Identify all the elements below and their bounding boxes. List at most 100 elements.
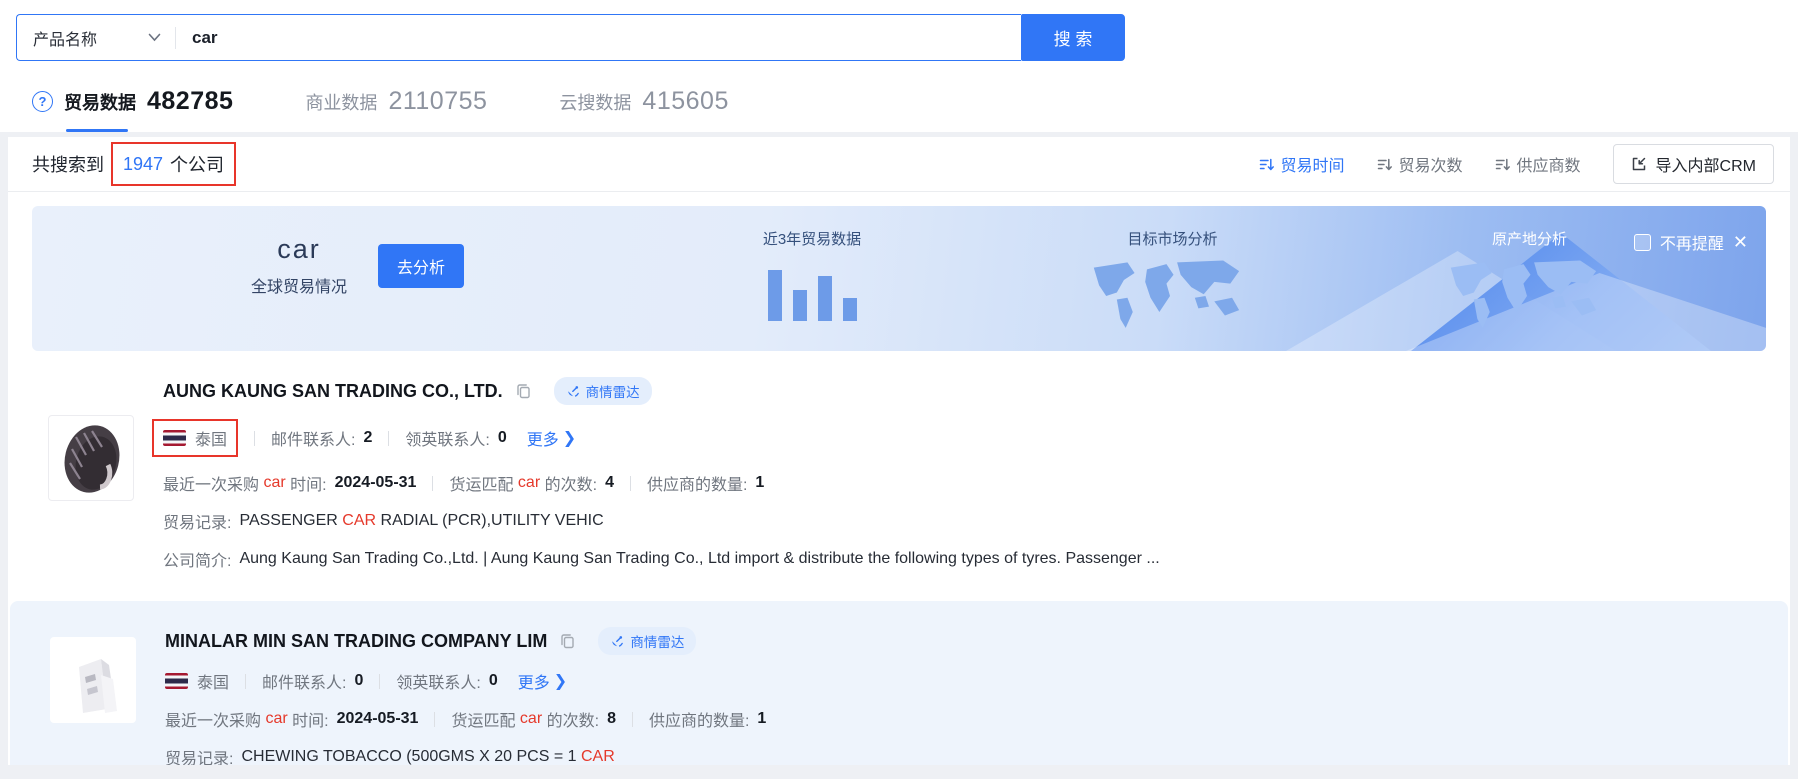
business-radar-badge[interactable]: 商情雷达 bbox=[598, 627, 696, 655]
chevron-right-icon: ❯ bbox=[554, 671, 567, 691]
divider bbox=[432, 476, 433, 491]
keyword-highlight: car bbox=[520, 710, 542, 728]
divider bbox=[434, 712, 435, 727]
record-after: RADIAL (PCR),UTILITY VEHIC bbox=[376, 512, 604, 529]
dismiss-checkbox[interactable] bbox=[1634, 234, 1651, 251]
more-link[interactable]: 更多 ❯ bbox=[527, 426, 576, 450]
keyword-highlight: car bbox=[265, 710, 287, 728]
sort-label: 贸易次数 bbox=[1399, 152, 1463, 176]
keyword-highlight: car bbox=[518, 474, 540, 492]
tab-count: 415605 bbox=[642, 87, 728, 116]
more-label: 更多 bbox=[518, 669, 550, 693]
tab-trade-data[interactable]: 贸易数据 482785 bbox=[64, 87, 233, 116]
sort-trade-count[interactable]: 贸易次数 bbox=[1377, 152, 1463, 176]
more-label: 更多 bbox=[527, 426, 559, 450]
feature-label: 原产地分析 bbox=[1437, 228, 1622, 249]
import-icon bbox=[1631, 156, 1647, 172]
sort-controls: 贸易时间 贸易次数 供应商数 导入内部CRM bbox=[1259, 144, 1775, 184]
freight-suffix: 的次数: bbox=[547, 707, 599, 731]
search-row: 产品名称 搜 索 bbox=[16, 14, 1798, 61]
sort-icon bbox=[1377, 157, 1392, 172]
record-before: PASSENGER bbox=[239, 512, 342, 529]
purchase-prefix: 最近一次采购 bbox=[165, 707, 261, 731]
badge-label: 商情雷达 bbox=[586, 381, 640, 401]
trade-record-label: 贸易记录: bbox=[165, 745, 233, 765]
email-contacts-label: 邮件联系人: bbox=[271, 426, 355, 450]
thailand-flag-icon bbox=[165, 673, 188, 689]
tire-image bbox=[56, 421, 126, 495]
import-crm-label: 导入内部CRM bbox=[1656, 152, 1756, 176]
record-before: CHEWING TOBACCO (500GMS X 20 PCS = 1 bbox=[241, 748, 581, 765]
search-button[interactable]: 搜 索 bbox=[1021, 14, 1125, 61]
results-header: 共搜索到 1947 个公司 贸易时间 贸易次数 bbox=[8, 137, 1790, 191]
tab-cloud-data[interactable]: 云搜数据 415605 bbox=[559, 87, 728, 116]
freight-count: 4 bbox=[605, 474, 614, 492]
banner-subtitle: 全球贸易情况 bbox=[244, 273, 354, 297]
search-input[interactable] bbox=[176, 28, 1021, 48]
help-icon[interactable]: ? bbox=[32, 91, 53, 112]
sort-label: 供应商数 bbox=[1517, 152, 1581, 176]
keyword-highlight: CAR bbox=[342, 512, 376, 529]
banner-feature-target-market: 目标市场分析 bbox=[1080, 228, 1265, 335]
tab-count: 482785 bbox=[147, 87, 233, 116]
email-contacts-label: 邮件联系人: bbox=[262, 669, 346, 693]
divider bbox=[245, 674, 246, 689]
supplier-count: 1 bbox=[755, 474, 764, 492]
thailand-flag-icon bbox=[163, 430, 186, 446]
purchase-date: 2024-05-31 bbox=[335, 474, 417, 492]
results-prefix: 共搜索到 bbox=[32, 151, 104, 177]
more-link[interactable]: 更多 ❯ bbox=[518, 669, 567, 693]
results-count: 1947 bbox=[123, 154, 163, 175]
banner-feature-trade-chart: 近3年贸易数据 bbox=[722, 228, 902, 321]
world-map-icon bbox=[1080, 257, 1260, 335]
chevron-right-icon: ❯ bbox=[563, 428, 576, 448]
linkedin-contacts-count: 0 bbox=[489, 672, 498, 690]
tab-label: 商业数据 bbox=[305, 89, 377, 115]
annotation-box-count: 1947 个公司 bbox=[111, 142, 236, 186]
purchase-prefix: 最近一次采购 bbox=[163, 471, 259, 495]
purchase-suffix: 时间: bbox=[290, 471, 326, 495]
freight-suffix: 的次数: bbox=[545, 471, 597, 495]
email-contacts-count: 0 bbox=[354, 672, 363, 690]
close-icon[interactable]: ✕ bbox=[1733, 233, 1748, 251]
divider bbox=[388, 431, 389, 446]
company-list-item: AUNG KAUNG SAN TRADING CO., LTD. 商情雷达 泰国… bbox=[8, 351, 1790, 587]
company-thumbnail[interactable] bbox=[50, 637, 136, 723]
trade-record-text: CHEWING TOBACCO (500GMS X 20 PCS = 1 CAR bbox=[241, 748, 614, 765]
analyze-button[interactable]: 去分析 bbox=[378, 244, 464, 288]
linkedin-contacts-label: 领英联系人: bbox=[405, 426, 489, 450]
sort-trade-time[interactable]: 贸易时间 bbox=[1259, 152, 1345, 176]
search-box: 产品名称 bbox=[16, 14, 1021, 61]
trade-record-label: 贸易记录: bbox=[163, 509, 231, 533]
results-summary: 共搜索到 1947 个公司 bbox=[32, 142, 236, 186]
company-thumbnail[interactable] bbox=[48, 415, 134, 501]
results-suffix: 个公司 bbox=[170, 151, 224, 177]
linkedin-contacts-count: 0 bbox=[498, 429, 507, 447]
sort-supplier-count[interactable]: 供应商数 bbox=[1495, 152, 1581, 176]
purchase-date: 2024-05-31 bbox=[337, 710, 419, 728]
banner-keyword: car bbox=[244, 234, 354, 265]
tab-count: 2110755 bbox=[388, 87, 487, 116]
business-radar-badge[interactable]: 商情雷达 bbox=[554, 377, 652, 405]
email-contacts-count: 2 bbox=[363, 429, 372, 447]
copy-icon[interactable] bbox=[515, 383, 532, 400]
company-name[interactable]: MINALAR MIN SAN TRADING COMPANY LIM bbox=[165, 631, 547, 652]
badge-label: 商情雷达 bbox=[630, 631, 684, 651]
world-map-icon bbox=[1437, 257, 1617, 335]
radar-icon bbox=[566, 384, 580, 398]
company-name[interactable]: AUNG KAUNG SAN TRADING CO., LTD. bbox=[163, 381, 503, 402]
building-image bbox=[61, 645, 125, 715]
radar-icon bbox=[610, 634, 624, 648]
feature-label: 目标市场分析 bbox=[1080, 228, 1265, 249]
tab-business-data[interactable]: 商业数据 2110755 bbox=[305, 87, 487, 116]
purchase-suffix: 时间: bbox=[292, 707, 328, 731]
sort-icon bbox=[1259, 157, 1274, 172]
banner-keyword-block: car 全球贸易情况 去分析 bbox=[244, 234, 464, 297]
supplier-count: 1 bbox=[757, 710, 766, 728]
supplier-label: 供应商的数量: bbox=[649, 707, 749, 731]
search-category-select[interactable]: 产品名称 bbox=[17, 26, 175, 50]
import-crm-button[interactable]: 导入内部CRM bbox=[1613, 144, 1774, 184]
header-divider bbox=[8, 191, 1790, 192]
copy-icon[interactable] bbox=[559, 633, 576, 650]
dismiss-label[interactable]: 不再提醒 bbox=[1660, 230, 1724, 254]
